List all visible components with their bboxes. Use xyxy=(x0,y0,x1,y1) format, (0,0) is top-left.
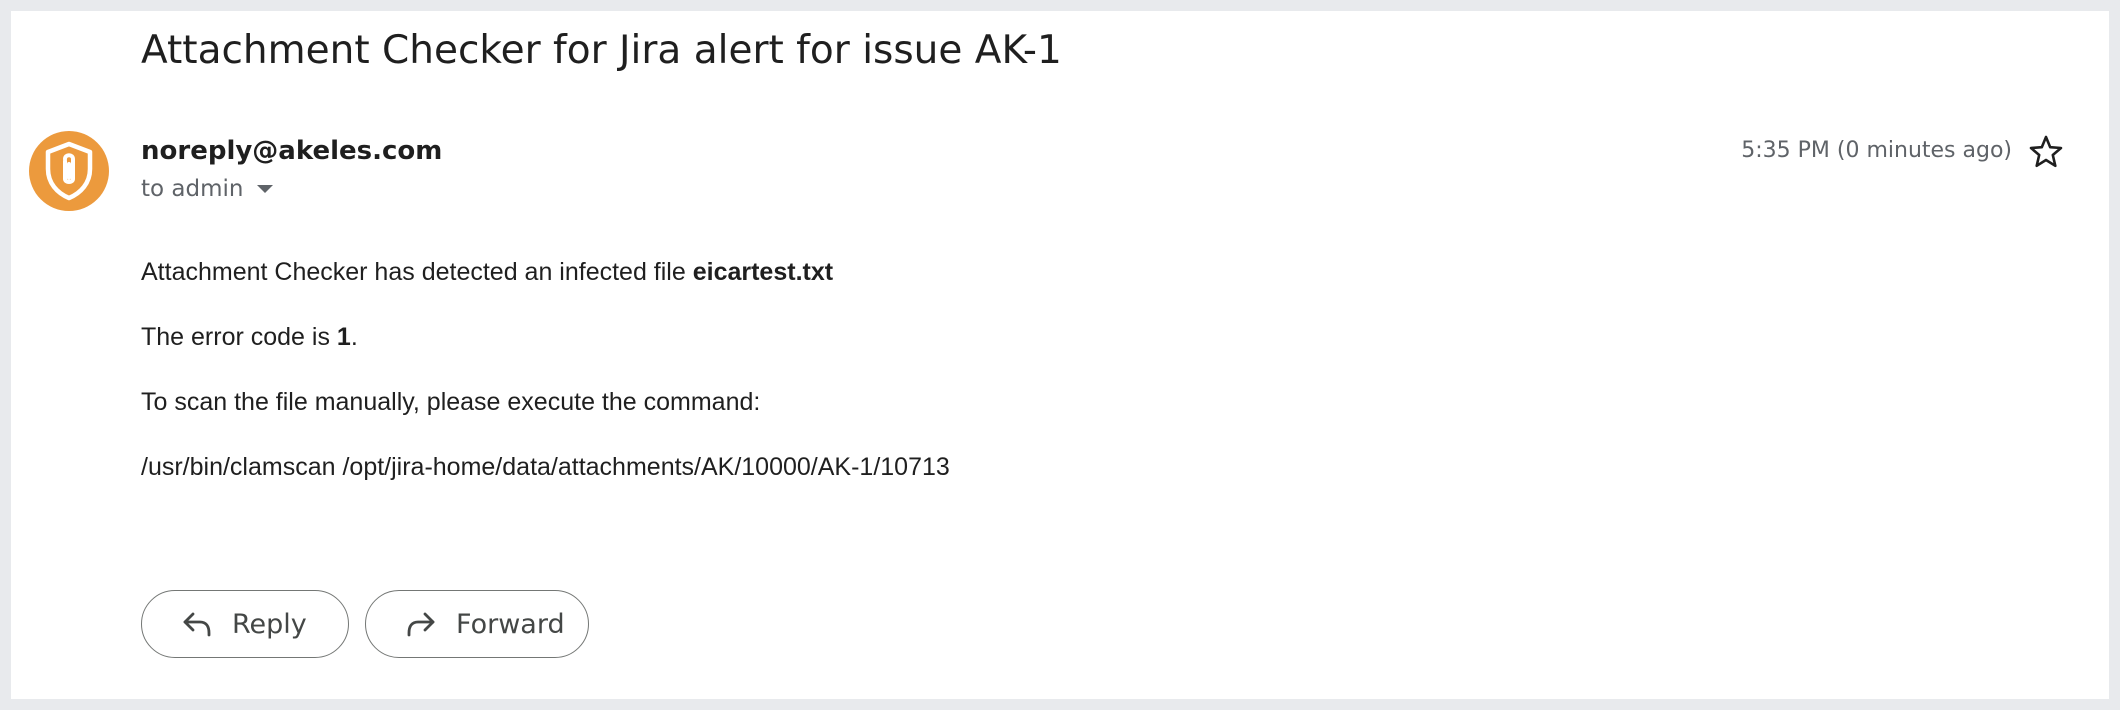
forward-button[interactable]: Forward xyxy=(365,590,589,658)
sender-address: noreply@akeles.com xyxy=(141,136,443,166)
body-line-instruction: To scan the file manually, please execut… xyxy=(141,388,761,416)
error-code-value: 1 xyxy=(336,323,351,351)
error-code-text: The error code is xyxy=(141,323,337,351)
reply-icon xyxy=(183,612,211,637)
shield-paperclip-icon xyxy=(45,141,93,201)
body-line-error-code: The error code is 1. xyxy=(141,323,358,352)
recipient-label: to admin xyxy=(141,176,244,202)
recipient-line: to admin xyxy=(141,176,274,202)
body-line-infected-file: Attachment Checker has detected an infec… xyxy=(141,258,833,287)
infected-file-text: Attachment Checker has detected an infec… xyxy=(141,258,693,286)
reply-label: Reply xyxy=(232,609,307,640)
body-line-command: /usr/bin/clamscan /opt/jira-home/data/at… xyxy=(141,453,950,481)
forward-icon xyxy=(407,612,435,637)
reply-button[interactable]: Reply xyxy=(141,590,349,658)
star-button[interactable] xyxy=(2026,132,2066,172)
email-subject: Attachment Checker for Jira alert for is… xyxy=(141,28,1062,73)
infected-filename: eicartest.txt xyxy=(692,258,834,286)
email-timestamp: 5:35 PM (0 minutes ago) xyxy=(1741,138,2012,163)
error-code-suffix: . xyxy=(350,323,358,351)
sender-avatar[interactable] xyxy=(29,131,109,211)
recipient-details-chevron-icon[interactable] xyxy=(257,185,274,193)
star-icon xyxy=(2029,135,2063,168)
forward-label: Forward xyxy=(456,609,565,640)
